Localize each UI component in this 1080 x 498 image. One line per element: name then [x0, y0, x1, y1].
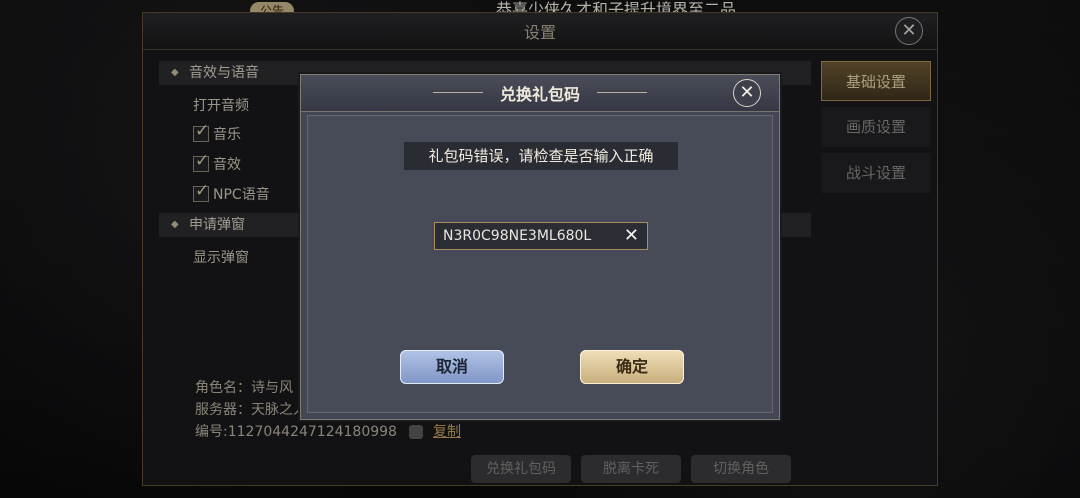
redeem-code-dialog: 兑换礼包码 ✕ 礼包码错误，请检查是否输入正确 N3R0C98NE3ML680L…: [300, 74, 780, 420]
gift-code-value[interactable]: N3R0C98NE3ML680L: [443, 223, 591, 249]
confirm-button[interactable]: 确定: [580, 350, 684, 384]
clear-icon[interactable]: ✕: [624, 225, 639, 247]
cancel-button[interactable]: 取消: [400, 350, 504, 384]
dialog-close-icon[interactable]: ✕: [733, 79, 761, 107]
dialog-header: 兑换礼包码 ✕: [301, 75, 779, 112]
dialog-title: 兑换礼包码: [499, 85, 580, 104]
ornament-right: [597, 92, 647, 93]
gift-code-input[interactable]: N3R0C98NE3ML680L ✕: [434, 222, 648, 250]
dialog-body: 礼包码错误，请检查是否输入正确 N3R0C98NE3ML680L ✕ 取消 确定: [307, 115, 773, 413]
error-message: 礼包码错误，请检查是否输入正确: [404, 142, 678, 170]
